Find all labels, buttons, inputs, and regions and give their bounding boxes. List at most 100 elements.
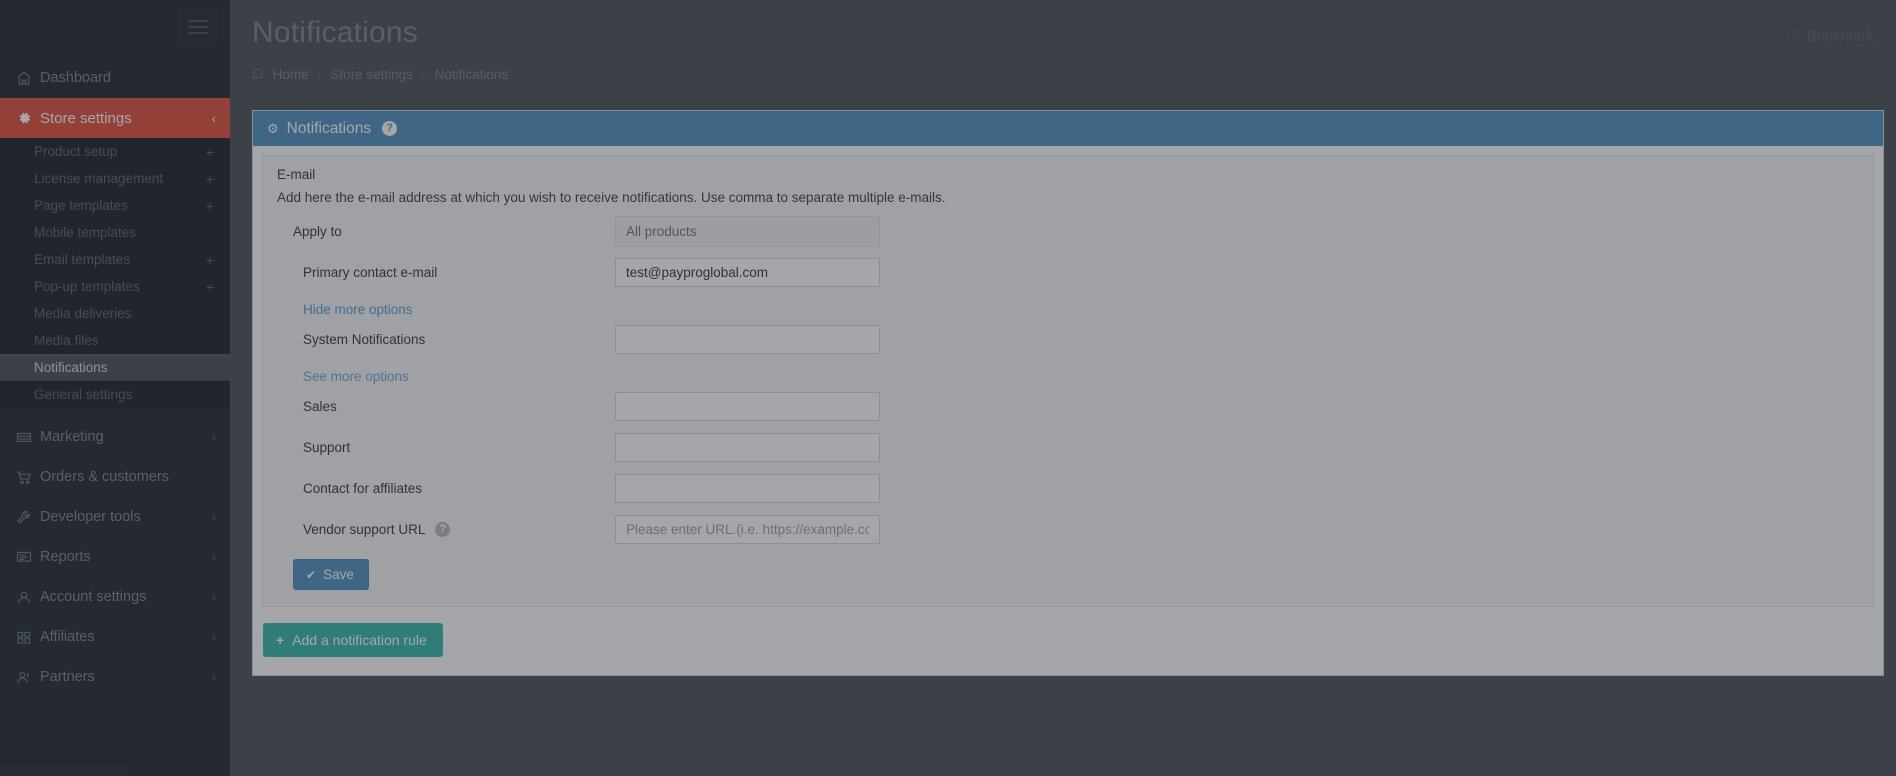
apply-to-label: Apply to: [293, 223, 342, 239]
plus-icon[interactable]: +: [206, 252, 214, 268]
sidebar-item-partners[interactable]: Partners ‹: [0, 657, 230, 697]
wrench-icon: [16, 510, 40, 525]
heart-icon: ♡: [1786, 28, 1800, 45]
field-row-primary-email: Primary contact e-mail: [277, 255, 1859, 289]
save-button-label: Save: [323, 567, 354, 582]
sidebar-subitem-notifications[interactable]: Notifications: [0, 354, 230, 381]
breadcrumb-item-notifications: Notifications: [434, 66, 509, 82]
subitem-label: Product setup: [34, 144, 118, 159]
save-button[interactable]: ✔ Save: [293, 559, 369, 590]
subitem-label: Mobile templates: [34, 225, 137, 240]
system-notifications-input[interactable]: [615, 324, 880, 354]
page-root: Dashboard Store settings ‹ Product setup…: [0, 0, 1896, 776]
sidebar-item-developer-tools[interactable]: Developer tools ‹: [0, 497, 230, 537]
primary-email-input[interactable]: [615, 257, 880, 287]
home-icon: ☖: [252, 66, 264, 81]
sidebar-header: [0, 0, 230, 58]
sidebar-subitem-email-templates[interactable]: Email templates +: [0, 246, 230, 273]
sidebar-divider: [0, 408, 230, 417]
sidebar-subitem-mobile-templates[interactable]: Mobile templates: [0, 219, 230, 246]
add-notification-rule-button[interactable]: + Add a notification rule: [263, 623, 443, 657]
plus-icon[interactable]: +: [206, 144, 214, 160]
sales-input[interactable]: [615, 391, 880, 421]
panel-footer: + Add a notification rule: [253, 607, 1883, 675]
chevron-left-icon: ‹: [211, 110, 216, 126]
breadcrumb-item-home[interactable]: Home: [273, 67, 309, 82]
sidebar-subnav: Product setup + License management + Pag…: [0, 138, 230, 408]
field-row-vendor-support-url: Vendor support URL ?: [277, 512, 1859, 546]
gear-icon: [16, 110, 40, 126]
subitem-label: Media deliveries: [34, 306, 132, 321]
panel-body: E-mail Add here the e-mail address at wh…: [253, 146, 1883, 607]
system-notifications-label: System Notifications: [303, 331, 426, 347]
chevron-left-icon: ‹: [212, 630, 216, 644]
sidebar-item-label: Dashboard: [40, 70, 111, 86]
bookmark-label: Bookmark: [1806, 27, 1874, 45]
vendor-support-url-input[interactable]: [615, 514, 880, 544]
breadcrumb-separator: ›: [317, 68, 322, 80]
sidebar-subitem-media-deliveries[interactable]: Media deliveries: [0, 300, 230, 327]
megaphone-icon: [16, 430, 40, 445]
contact-affiliates-label: Contact for affiliates: [303, 480, 423, 496]
vendor-support-url-label: Vendor support URL ?: [277, 521, 615, 537]
question-mark-icon[interactable]: ?: [382, 121, 398, 136]
subitem-label: License management: [34, 171, 164, 186]
email-settings-form: E-mail Add here the e-mail address at wh…: [262, 155, 1874, 607]
sidebar-subitem-product-setup[interactable]: Product setup +: [0, 138, 230, 165]
sidebar-subitem-media-files[interactable]: Media files: [0, 327, 230, 354]
notifications-panel: ⚙ Notifications ? E-mail Add here the e-…: [252, 110, 1884, 676]
chevron-left-icon: ‹: [212, 670, 216, 684]
sidebar-item-account-settings[interactable]: Account settings ‹: [0, 577, 230, 617]
hide-more-options-link[interactable]: Hide more options: [277, 296, 1859, 322]
cart-icon: [16, 470, 40, 485]
sidebar-item-label: Reports: [40, 549, 91, 565]
subitem-label: Page templates: [34, 198, 128, 213]
field-row-apply-to: Apply to: [277, 214, 1859, 248]
field-row-sales: Sales: [277, 389, 1859, 423]
chevron-left-icon: ‹: [212, 510, 216, 524]
sidebar-item-reports[interactable]: Reports ‹: [0, 537, 230, 577]
plus-icon: +: [276, 632, 285, 648]
grid-icon: [16, 630, 40, 645]
sidebar-item-marketing[interactable]: Marketing ‹: [0, 417, 230, 457]
see-more-options-link[interactable]: See more options: [277, 363, 1859, 389]
sidebar-item-dashboard[interactable]: Dashboard: [0, 58, 230, 98]
bookmark-button[interactable]: ♡ Bookmark: [1786, 27, 1874, 46]
panel-title: Notifications: [286, 119, 372, 137]
user-icon: [16, 590, 40, 605]
plus-icon[interactable]: +: [206, 171, 214, 187]
chevron-left-icon: ‹: [212, 590, 216, 604]
subitem-label: General settings: [34, 387, 133, 402]
support-label: Support: [303, 439, 351, 455]
question-mark-icon[interactable]: ?: [435, 521, 451, 537]
sidebar-item-affiliates[interactable]: Affiliates ‹: [0, 617, 230, 657]
sidebar-item-store-settings[interactable]: Store settings ‹: [0, 98, 230, 138]
apply-to-select[interactable]: [615, 215, 880, 247]
sidebar-item-label: Partners: [40, 669, 95, 685]
contact-affiliates-input[interactable]: [615, 473, 880, 503]
sidebar-subitem-license-management[interactable]: License management +: [0, 165, 230, 192]
save-row: ✔ Save: [277, 553, 1859, 592]
field-row-contact-affiliates: Contact for affiliates: [277, 471, 1859, 505]
subitem-label: Pop-up templates: [34, 279, 140, 294]
vendor-support-url-label-text: Vendor support URL: [303, 521, 426, 537]
sidebar-subitem-popup-templates[interactable]: Pop-up templates +: [0, 273, 230, 300]
sidebar-subitem-page-templates[interactable]: Page templates +: [0, 192, 230, 219]
chevron-left-icon: ‹: [212, 550, 216, 564]
subitem-label: Media files: [34, 333, 99, 348]
support-input[interactable]: [615, 432, 880, 462]
subitem-label: Email templates: [34, 252, 131, 267]
sidebar-item-label: Developer tools: [40, 509, 141, 525]
sidebar-item-label: Store settings: [40, 109, 132, 127]
sidebar-item-label: Affiliates: [40, 629, 95, 645]
plus-icon[interactable]: +: [206, 279, 214, 295]
breadcrumb-item-store-settings[interactable]: Store settings: [330, 67, 413, 82]
plus-icon[interactable]: +: [206, 198, 214, 214]
section-title: E-mail: [277, 167, 316, 182]
sidebar-item-label: Account settings: [40, 589, 147, 605]
sidebar-item-orders-customers[interactable]: Orders & customers: [0, 457, 230, 497]
section-description: Add here the e-mail address at which you…: [277, 190, 946, 205]
hamburger-icon[interactable]: [178, 8, 218, 46]
sidebar-subitem-general-settings[interactable]: General settings: [0, 381, 230, 408]
primary-email-label: Primary contact e-mail: [303, 264, 438, 280]
